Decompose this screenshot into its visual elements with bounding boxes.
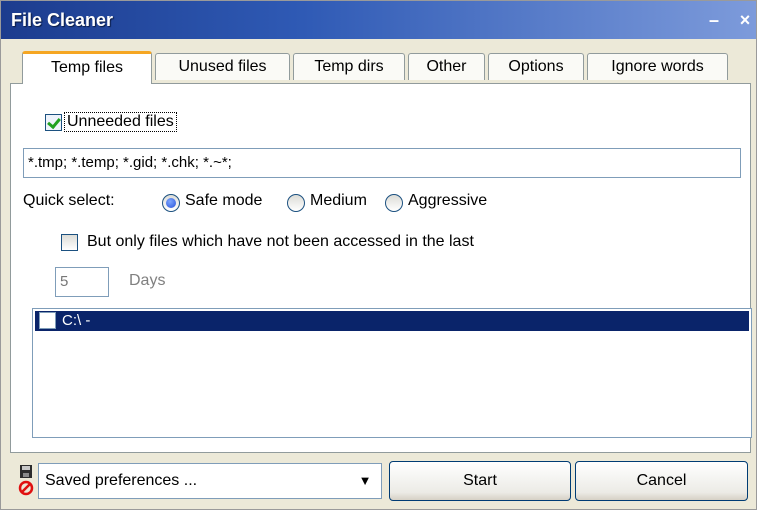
quick-select-label: Quick select: (23, 192, 115, 209)
tab-other[interactable]: Other (408, 53, 485, 80)
tab-unused-files[interactable]: Unused files (155, 53, 290, 80)
unneeded-files-label[interactable]: Unneeded files (64, 112, 177, 132)
drive-checkbox[interactable] (39, 312, 56, 329)
tab-ignore-words[interactable]: Ignore words (587, 53, 728, 80)
tab-strip: Temp files Unused files Temp dirs Other … (1, 39, 756, 84)
drive-label: C:\ - (62, 312, 91, 329)
safe-mode-label[interactable]: Safe mode (185, 192, 262, 210)
days-input[interactable]: 5 (55, 267, 109, 297)
drive-list[interactable]: C:\ - (32, 308, 752, 438)
saved-preferences-dropdown[interactable]: Saved preferences ... ▼ (38, 463, 382, 499)
unneeded-files-checkbox[interactable] (45, 114, 62, 131)
medium-label[interactable]: Medium (310, 192, 367, 210)
aggressive-radio[interactable] (385, 194, 403, 212)
days-label: Days (129, 272, 166, 289)
cancel-button[interactable]: Cancel (575, 461, 748, 501)
list-item[interactable]: C:\ - (35, 311, 749, 331)
safe-mode-radio[interactable] (162, 194, 180, 212)
minimize-icon[interactable]: – (703, 9, 725, 31)
close-icon[interactable]: × (734, 9, 756, 31)
file-cleaner-window: File Cleaner – × Temp files Unused files… (0, 0, 757, 510)
saved-preferences-value: Saved preferences ... (45, 472, 198, 489)
start-button[interactable]: Start (389, 461, 571, 501)
medium-radio[interactable] (287, 194, 305, 212)
window-title: File Cleaner (11, 10, 114, 30)
aggressive-label[interactable]: Aggressive (408, 192, 487, 210)
chevron-down-icon[interactable]: ▼ (351, 466, 379, 496)
tab-options[interactable]: Options (488, 53, 584, 80)
not-accessed-label[interactable]: But only files which have not been acces… (87, 233, 474, 251)
bottom-bar: Saved preferences ... ▼ Start Cancel (1, 453, 756, 509)
temp-files-panel: Unneeded files *.tmp; *.temp; *.gid; *.c… (10, 83, 752, 453)
not-accessed-checkbox[interactable] (61, 234, 78, 251)
file-patterns-input[interactable]: *.tmp; *.temp; *.gid; *.chk; *.~*; (23, 148, 741, 178)
title-bar: File Cleaner – × (1, 1, 756, 39)
tab-temp-files[interactable]: Temp files (22, 51, 152, 84)
tab-temp-dirs[interactable]: Temp dirs (293, 53, 405, 80)
saved-preferences-icon (18, 465, 34, 496)
